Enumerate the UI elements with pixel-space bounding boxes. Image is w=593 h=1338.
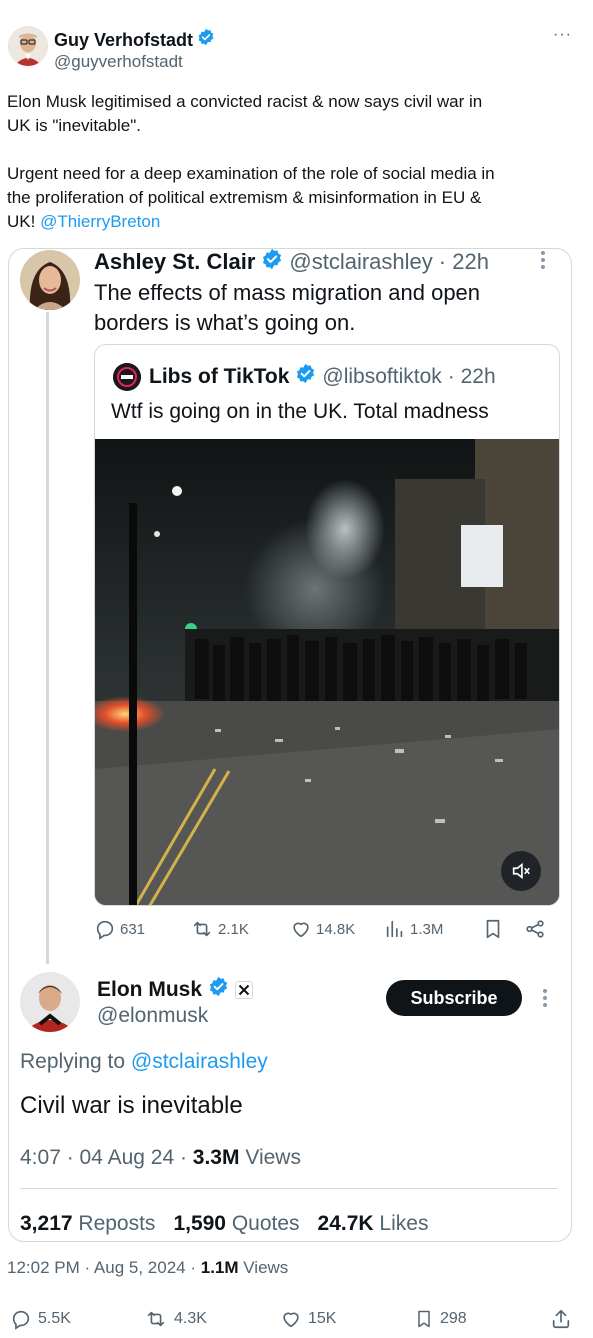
thread-line — [46, 312, 49, 964]
heart-icon — [283, 1312, 299, 1328]
reply-post-text: Civil war is inevitable — [20, 1092, 243, 1119]
verified-badge-icon — [261, 248, 283, 276]
analytics-icon — [386, 920, 403, 938]
repost-button[interactable]: 2.1K — [190, 918, 249, 940]
reply-button[interactable]: 631 — [94, 918, 145, 940]
views-button[interactable]: 1.3M — [384, 918, 443, 940]
post-text: Elon Musk legitimised a convicted racist… — [7, 92, 495, 231]
reply-timestamp: 4:07 · 04 Aug 24 · 3.3M Views — [20, 1146, 301, 1169]
more-options-icon[interactable]: ··· — [553, 26, 572, 44]
quoted-more-options-icon[interactable] — [540, 250, 546, 270]
share-icon[interactable] — [524, 918, 546, 945]
subscribe-button[interactable]: Subscribe — [386, 980, 522, 1016]
reply-engagement-stats: 3,217 Reposts 1,590 Quotes 24.7K Likes — [20, 1212, 428, 1236]
main-repost-button[interactable]: 4.3K — [144, 1308, 207, 1330]
quoted-author-name[interactable]: Ashley St. Clair — [94, 249, 255, 275]
author-avatar[interactable] — [8, 26, 48, 66]
quoted-post-text: The effects of mass migration and open b… — [94, 280, 481, 335]
divider — [20, 1188, 558, 1189]
quoted-author-handle[interactable]: @stclairashley — [289, 249, 432, 275]
mention-link[interactable]: @ThierryBreton — [40, 212, 160, 231]
views-count: 1.3M — [410, 920, 444, 938]
quoted-author-avatar[interactable] — [20, 250, 80, 310]
reply-author-name[interactable]: Elon Musk — [97, 977, 202, 1003]
nested-quote-card[interactable]: Libs of TikTok @libsoftiktok · 22h Wtf i… — [94, 344, 560, 906]
reply-icon — [12, 1310, 30, 1330]
verified-badge-icon — [197, 28, 215, 51]
replying-to-link[interactable]: @stclairashley — [131, 1050, 268, 1073]
heart-icon — [293, 922, 309, 938]
author-handle[interactable]: @guyverhofstadt — [54, 52, 183, 72]
nested-author-name[interactable]: Libs of TikTok — [149, 364, 289, 390]
like-count: 14.8K — [316, 920, 356, 938]
main-bookmark-button[interactable]: 298 — [414, 1308, 467, 1330]
share-icon[interactable] — [550, 1308, 572, 1335]
author-name[interactable]: Guy Verhofstadt — [54, 29, 193, 51]
likes-stat[interactable]: 24.7K Likes — [318, 1212, 429, 1236]
reply-more-options-icon[interactable] — [542, 988, 548, 1013]
verified-badge-icon — [208, 976, 229, 1004]
main-bookmark-count: 298 — [440, 1310, 467, 1327]
nested-post-age: · 22h — [447, 365, 496, 388]
like-button[interactable]: 14.8K — [290, 918, 355, 940]
nested-post-text: Wtf is going on in the UK. Total madness — [111, 400, 489, 423]
repost-icon — [193, 921, 211, 937]
main-repost-count: 4.3K — [174, 1310, 207, 1327]
main-like-button[interactable]: 15K — [280, 1308, 336, 1330]
reply-author-handle[interactable]: @elonmusk — [97, 1004, 208, 1028]
main-reply-count: 5.5K — [38, 1310, 71, 1327]
reply-author-avatar[interactable] — [20, 972, 80, 1032]
video-frame — [95, 439, 559, 905]
bookmark-icon[interactable] — [482, 918, 504, 945]
reply-count: 631 — [120, 920, 146, 938]
repost-count: 2.1K — [218, 920, 249, 938]
main-reply-button[interactable]: 5.5K — [10, 1308, 71, 1330]
reply-icon — [96, 920, 114, 940]
quoted-post-age: · 22h — [438, 249, 489, 274]
x-affiliate-badge-icon — [235, 981, 254, 999]
repost-icon — [147, 1311, 165, 1327]
post-timestamp: 12:02 PM · Aug 5, 2024 · 1.1M Views — [7, 1258, 289, 1277]
replying-to: Replying to @stclairashley — [20, 1050, 268, 1073]
video-player[interactable] — [95, 439, 559, 905]
mute-icon[interactable] — [501, 851, 541, 891]
quotes-stat[interactable]: 1,590 Quotes — [173, 1212, 299, 1236]
main-like-count: 15K — [308, 1310, 337, 1327]
reposts-stat[interactable]: 3,217 Reposts — [20, 1212, 155, 1236]
verified-badge-icon — [295, 363, 316, 391]
nested-author-avatar[interactable] — [113, 363, 141, 391]
bookmark-icon — [418, 1310, 430, 1328]
nested-author-handle[interactable]: @libsoftiktok — [322, 364, 441, 390]
